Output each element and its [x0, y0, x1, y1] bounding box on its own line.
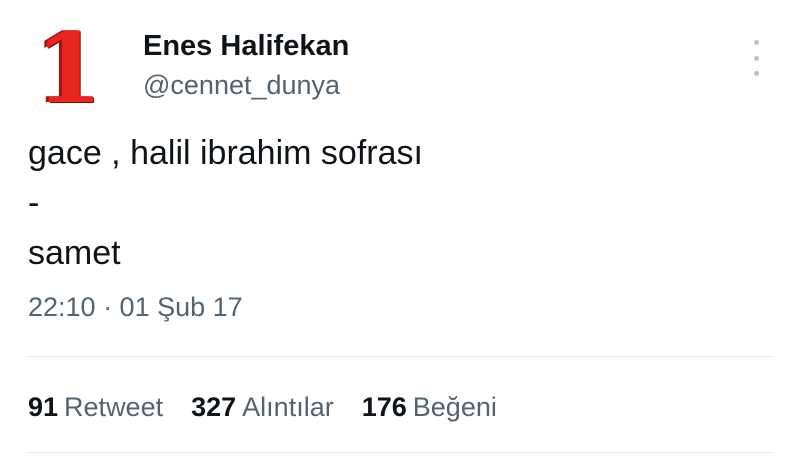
like-count: 176	[361, 392, 407, 422]
tweet-text-line: samet	[28, 234, 121, 272]
author-display-name[interactable]: Enes Halifekan	[143, 30, 349, 63]
quote-count: 327	[191, 392, 237, 422]
quote-label: Alıntılar	[242, 392, 334, 422]
divider	[28, 356, 772, 357]
quote-stat[interactable]: 327 Alıntılar	[191, 392, 334, 423]
retweet-count: 91	[28, 392, 59, 422]
more-dot	[753, 71, 759, 76]
tweet-text-line: -	[28, 184, 40, 222]
divider	[28, 452, 772, 453]
tweet-stats: 91 Retweet 327 Alıntılar 176 Beğeni	[28, 392, 497, 423]
more-options-button[interactable]	[748, 40, 764, 76]
like-stat[interactable]: 176 Beğeni	[362, 392, 497, 423]
avatar-number-one-logo: 1	[35, 12, 103, 125]
more-dot	[753, 55, 759, 61]
more-vertical-icon	[753, 40, 759, 45]
retweet-label: Retweet	[64, 392, 164, 422]
avatar[interactable]: 1	[36, 21, 103, 117]
tweet-text-line: gace , halil ibrahim sofrası	[28, 134, 423, 172]
tweet-text: gace , halil ibrahim sofrası - samet	[28, 128, 770, 278]
author-handle[interactable]: @cennet_dunya	[143, 70, 340, 101]
retweet-stat[interactable]: 91 Retweet	[28, 392, 163, 423]
like-label: Beğeni	[412, 392, 497, 422]
tweet-timestamp[interactable]: 22:10 · 01 Şub 17	[28, 292, 243, 323]
